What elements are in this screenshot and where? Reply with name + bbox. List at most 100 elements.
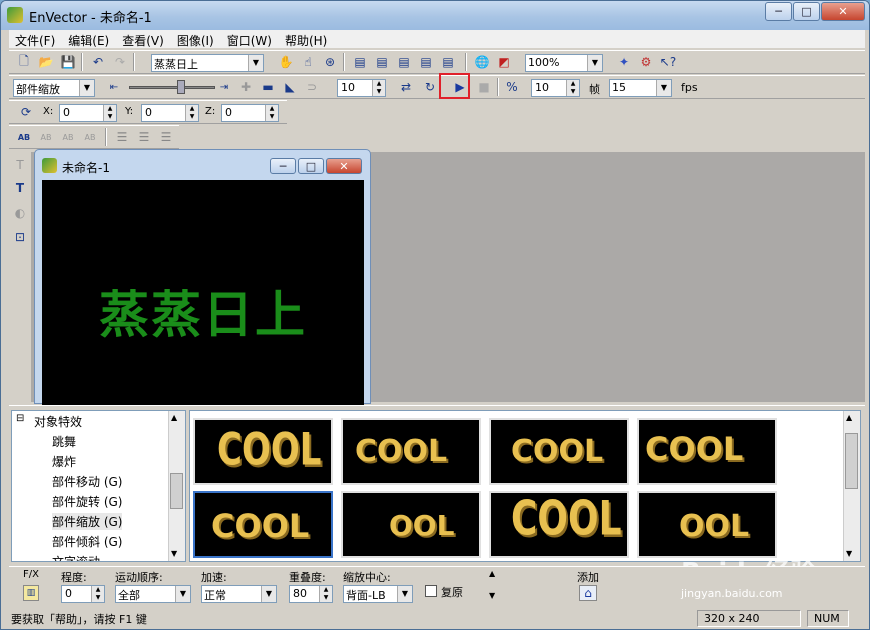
add-effect-icon[interactable]: ⌂ [579,585,597,601]
effect-thumb[interactable]: OOL [637,491,777,558]
scroll-up-icon[interactable]: ▲ [846,413,852,422]
scroll-up-icon[interactable]: ▲ [171,413,177,422]
text-frame-icon[interactable]: T [11,179,29,197]
title-bar[interactable]: EnVector - 未命名-1 ─ □ ✕ [1,1,869,30]
undo-icon[interactable]: ↶ [89,53,107,71]
help-pointer-icon[interactable]: ↖? [659,53,677,71]
settings-icon[interactable]: ⚙ [637,53,655,71]
text-tool-icon[interactable]: T [11,156,29,174]
menu-view[interactable]: 查看(V) [116,30,171,48]
spin-arrows-icon[interactable]: ▲ ▼ [185,105,198,121]
forward-icon[interactable]: ⇥ [215,78,233,96]
view-left-icon[interactable]: ▤ [395,53,413,71]
loop-back-icon[interactable]: ⊃ [303,78,321,96]
rotate-icon[interactable]: ⟳ [17,103,35,121]
tree-root[interactable]: 对象特效 [34,413,82,430]
tree-item[interactable]: 跳舞 [52,433,76,450]
stop-icon[interactable]: ■ [475,78,493,96]
minimize-button[interactable]: ─ [765,2,792,21]
key-icon[interactable]: ▬ [259,78,277,96]
speed-icon[interactable]: % [503,78,521,96]
maximize-button[interactable]: □ [793,2,820,21]
props-scroll-up-icon[interactable]: ▲ [489,569,495,578]
zoom-select[interactable]: 100% ▼ [525,54,603,72]
view-front-icon[interactable]: ▤ [351,53,369,71]
redo-icon[interactable]: ↷ [111,53,129,71]
view-back-icon[interactable]: ▤ [373,53,391,71]
fx-icon[interactable]: ▥ [23,585,39,601]
canvas-text[interactable]: 蒸蒸日上 [99,275,307,347]
hand-rotate-icon[interactable]: ☝ [299,53,317,71]
spin-arrows-icon[interactable]: ▲ ▼ [319,586,332,602]
tree-collapse-icon[interactable]: ⊟ [16,413,24,424]
effect-thumb[interactable]: COOL [489,418,629,485]
text-spacing-icon[interactable]: AB [15,128,33,146]
spin-arrows-icon[interactable]: ▲ ▼ [265,105,278,121]
frames-input[interactable]: 10 ▲ ▼ [337,79,386,97]
menu-help[interactable]: 帮助(H) [279,30,334,48]
loop-icon[interactable]: ⇄ [397,78,415,96]
doc-minimize-button[interactable]: ─ [270,158,296,174]
effect-thumb[interactable]: COOL [341,418,481,485]
restore-checkbox[interactable] [425,585,437,597]
tree-item[interactable]: 部件旋转 (G) [52,493,122,510]
speed-input[interactable]: 10 ▲ ▼ [531,79,580,97]
chevron-down-icon[interactable]: ▼ [397,586,412,602]
spin-arrows-icon[interactable]: ▲ ▼ [91,586,104,602]
effect-wand-icon[interactable]: ✦ [615,53,633,71]
globe-icon[interactable]: 🌐 [473,53,491,71]
props-scroll-down-icon[interactable]: ▼ [489,591,495,600]
refresh-icon[interactable]: ↻ [421,78,439,96]
chevron-down-icon[interactable]: ▼ [587,55,602,71]
target-icon[interactable]: ⊛ [321,53,339,71]
document-canvas[interactable]: 蒸蒸日上 [42,180,364,405]
effect-thumb[interactable]: COOL [637,418,777,485]
x-input[interactable]: 0 ▲ ▼ [59,104,117,122]
tree-item[interactable]: 部件移动 (G) [52,473,122,490]
degree-input[interactable]: 0 ▲ ▼ [61,585,105,603]
text-spacing-2-icon[interactable]: AB [37,128,55,146]
z-input[interactable]: 0 ▲ ▼ [221,104,279,122]
chart-icon[interactable]: ◩ [495,53,513,71]
tree-item-selected[interactable]: 部件缩放 (G) [52,513,123,530]
text-vertical-icon[interactable]: AB [59,128,77,146]
scroll-down-icon[interactable]: ▼ [171,549,177,558]
chevron-down-icon[interactable]: ▼ [656,80,671,96]
spin-arrows-icon[interactable]: ▲ ▼ [372,80,385,96]
doc-close-button[interactable]: ✕ [326,158,362,174]
effect-thumb[interactable]: COOL [193,418,333,485]
effect-thumb[interactable]: OOL [341,491,481,558]
y-input[interactable]: 0 ▲ ▼ [141,104,199,122]
chevron-down-icon[interactable]: ▼ [79,80,94,96]
rewind-icon[interactable]: ⇤ [105,78,123,96]
new-file-icon[interactable]: 🗋 [15,53,33,71]
text-select[interactable]: 蒸蒸日上 ▼ [151,54,264,72]
overlap-input[interactable]: 80 ▲ ▼ [289,585,333,603]
close-button[interactable]: ✕ [821,2,865,21]
accel-select[interactable]: 正常 ▼ [201,585,277,603]
skew-icon[interactable]: ◣ [281,78,299,96]
tree-item[interactable]: 爆炸 [52,453,76,470]
open-folder-icon[interactable]: 📂 [37,53,55,71]
center-select[interactable]: 背面-LB ▼ [343,585,413,603]
align-left-icon[interactable]: ☰ [113,128,131,146]
menu-file[interactable]: 文件(F) [9,30,62,48]
spin-arrows-icon[interactable]: ▲ ▼ [103,105,116,121]
menu-window[interactable]: 窗口(W) [221,30,279,48]
add-key-icon[interactable]: ✚ [237,78,255,96]
scroll-thumb[interactable] [845,433,858,489]
effect-thumb[interactable]: COOL [489,491,629,558]
menu-image[interactable]: 图像(I) [171,30,221,48]
tree-scrollbar[interactable]: ▲ ▼ [168,411,185,561]
save-icon[interactable]: 💾 [59,53,77,71]
doc-maximize-button[interactable]: □ [298,158,324,174]
shape-tool-icon[interactable]: ◐ [11,204,29,222]
tree-item[interactable]: 部件倾斜 (G) [52,533,122,550]
select-tool-icon[interactable]: ⊡ [11,228,29,246]
slider-thumb[interactable] [177,80,185,94]
timeline-slider[interactable] [129,86,215,89]
effect-mode-select[interactable]: 部件缩放 ▼ [13,79,95,97]
order-select[interactable]: 全部 ▼ [115,585,191,603]
effect-thumb-selected[interactable]: COOL [193,491,333,558]
gallery-scrollbar[interactable]: ▲ ▼ [843,411,860,561]
